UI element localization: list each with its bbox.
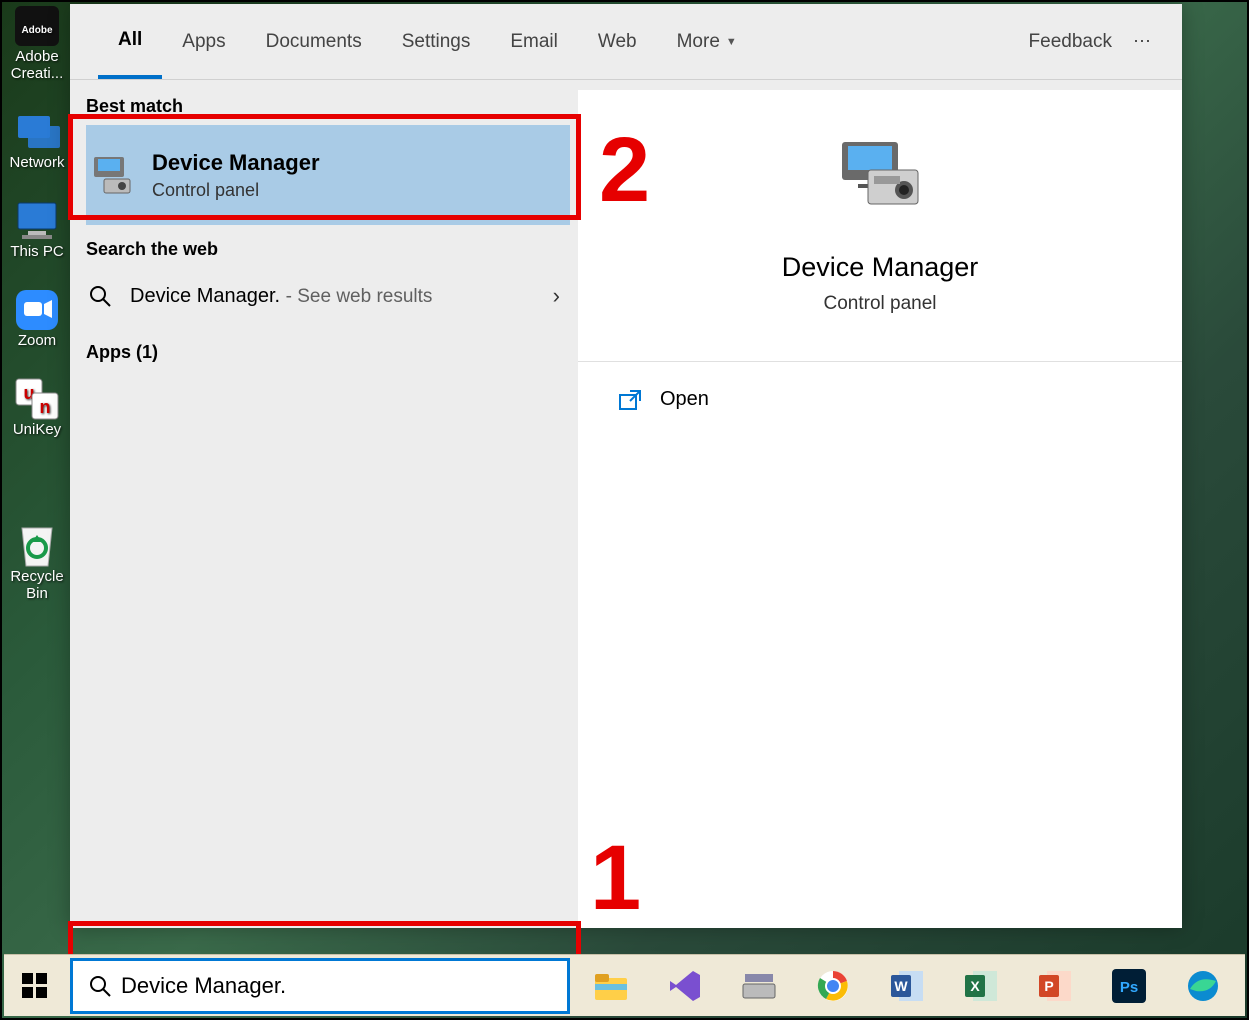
search-input[interactable] <box>121 961 567 1011</box>
taskbar-photoshop[interactable]: Ps <box>1110 967 1148 1005</box>
feedback-label: Feedback <box>1029 31 1112 52</box>
web-result-text: Device Manager. <box>130 285 280 307</box>
web-result-hint: - See web results <box>286 286 433 307</box>
tab-more[interactable]: More ▼ <box>657 5 757 79</box>
svg-text:X: X <box>970 978 980 994</box>
taskbar-scanner[interactable] <box>740 967 778 1005</box>
taskbar-powerpoint[interactable]: P <box>1036 967 1074 1005</box>
web-result-item[interactable]: Device Manager. - See web results › <box>86 268 570 324</box>
feedback-link[interactable]: Feedback <box>1029 31 1130 53</box>
desktop-icon-label: This PC <box>10 243 63 260</box>
chrome-icon <box>816 969 850 1003</box>
file-explorer-icon <box>593 970 629 1002</box>
device-manager-icon <box>90 153 134 197</box>
edge-icon <box>1186 969 1220 1003</box>
visual-studio-icon <box>668 969 702 1003</box>
desktop-icon-adobe[interactable]: Adobe Adobe Creati... <box>4 4 70 82</box>
tab-label: Documents <box>266 31 362 53</box>
svg-text:P: P <box>1044 978 1053 994</box>
tab-settings[interactable]: Settings <box>382 5 491 79</box>
desktop-icon-label: Zoom <box>18 332 56 349</box>
tab-label: Email <box>510 31 558 53</box>
windows-icon <box>22 973 48 999</box>
tab-label: Web <box>598 31 637 53</box>
excel-icon: X <box>963 969 999 1003</box>
tab-label: Settings <box>402 31 471 53</box>
desktop-icon-label: Adobe Creati... <box>4 48 70 82</box>
search-box[interactable] <box>70 958 570 1014</box>
svg-text:n: n <box>40 397 51 417</box>
best-match-item[interactable]: Device Manager Control panel <box>86 125 570 225</box>
zoom-icon <box>12 288 62 332</box>
filter-tabs: All Apps Documents Settings Email Web Mo… <box>70 4 1182 80</box>
taskbar-file-explorer[interactable] <box>592 967 630 1005</box>
section-best-match: Best match <box>86 96 570 117</box>
preview-subtitle: Control panel <box>823 293 936 315</box>
desktop-icon-label: UniKey <box>13 421 61 438</box>
tab-web[interactable]: Web <box>578 5 657 79</box>
desktop-icon-unikey[interactable]: un UniKey <box>4 377 70 438</box>
taskbar: W X P Ps <box>4 954 1245 1016</box>
device-manager-icon <box>836 136 924 214</box>
scanner-icon <box>741 970 777 1002</box>
taskbar-word[interactable]: W <box>888 967 926 1005</box>
start-button[interactable] <box>4 955 66 1017</box>
chevron-down-icon: ▼ <box>726 36 737 48</box>
recycle-bin-icon <box>12 524 62 568</box>
network-icon <box>12 110 62 154</box>
tab-documents[interactable]: Documents <box>246 5 382 79</box>
search-icon <box>88 284 112 308</box>
overflow-menu[interactable]: ⋯ <box>1130 31 1154 52</box>
section-apps: Apps (1) <box>86 342 570 363</box>
more-icon: ⋯ <box>1133 31 1151 51</box>
tab-email[interactable]: Email <box>490 5 578 79</box>
result-title: Device Manager <box>152 150 320 176</box>
search-flyout: All Apps Documents Settings Email Web Mo… <box>70 4 1182 928</box>
desktop-icon-this-pc[interactable]: This PC <box>4 199 70 260</box>
desktop-icons: Adobe Adobe Creati... Network This PC Zo… <box>4 2 70 602</box>
taskbar-pinned-apps: W X P Ps <box>570 967 1245 1005</box>
tab-apps[interactable]: Apps <box>162 5 245 79</box>
preview-title: Device Manager <box>782 252 979 283</box>
svg-text:Adobe: Adobe <box>21 25 53 36</box>
photoshop-icon: Ps <box>1112 969 1146 1003</box>
adobe-icon: Adobe <box>12 4 62 48</box>
section-search-web: Search the web <box>86 239 570 260</box>
open-label: Open <box>660 388 709 411</box>
result-subtitle: Control panel <box>152 180 320 201</box>
tab-label: Apps <box>182 31 225 53</box>
tab-all[interactable]: All <box>98 5 162 79</box>
taskbar-visual-studio[interactable] <box>666 967 704 1005</box>
this-pc-icon <box>12 199 62 243</box>
desktop-icon-zoom[interactable]: Zoom <box>4 288 70 349</box>
tab-label: All <box>118 29 142 51</box>
open-icon <box>618 389 642 411</box>
desktop-icon-recycle-bin[interactable]: Recycle Bin <box>4 524 70 602</box>
desktop-icon-label: Network <box>9 154 64 171</box>
svg-text:Ps: Ps <box>1120 979 1138 996</box>
chevron-right-icon: › <box>553 283 560 309</box>
taskbar-edge[interactable] <box>1184 967 1222 1005</box>
preview-pane: Device Manager Control panel Open <box>578 90 1182 928</box>
desktop-icon-network[interactable]: Network <box>4 110 70 171</box>
desktop-icon-label: Recycle Bin <box>4 568 70 602</box>
taskbar-chrome[interactable] <box>814 967 852 1005</box>
word-icon: W <box>889 969 925 1003</box>
taskbar-excel[interactable]: X <box>962 967 1000 1005</box>
search-icon <box>89 975 111 997</box>
open-action[interactable]: Open <box>578 362 1182 437</box>
results-list: Best match Device Manager Control panel … <box>70 80 578 928</box>
tab-label: More <box>677 31 720 53</box>
svg-text:W: W <box>894 978 908 994</box>
powerpoint-icon: P <box>1037 969 1073 1003</box>
unikey-icon: un <box>12 377 62 421</box>
